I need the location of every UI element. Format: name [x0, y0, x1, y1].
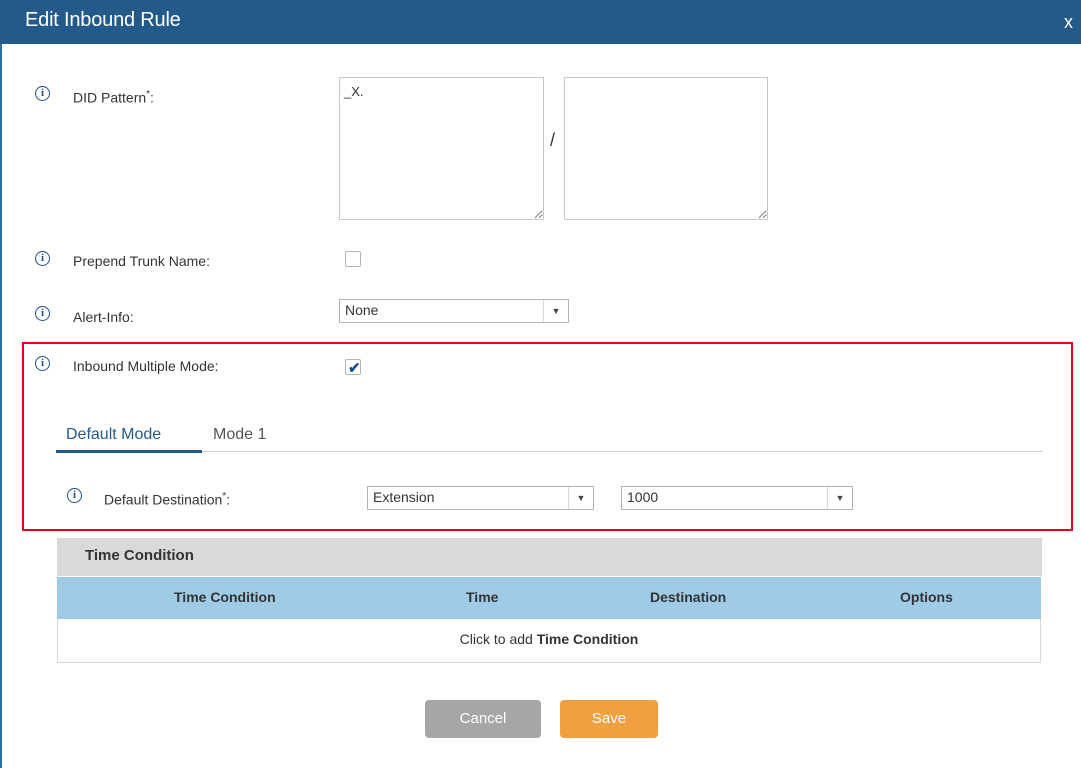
chevron-down-icon: ▼	[568, 487, 593, 509]
close-button[interactable]: x	[1064, 12, 1073, 33]
did-pattern-input-2[interactable]	[564, 77, 768, 220]
did-pattern-separator: /	[550, 130, 556, 150]
alert-info-select[interactable]: None ▼	[339, 299, 569, 323]
checkmark-icon: ✔	[348, 360, 361, 377]
prepend-trunk-name-label: Prepend Trunk Name:	[73, 253, 210, 269]
cancel-button[interactable]: Cancel	[425, 700, 541, 738]
tab-active-indicator	[56, 450, 202, 453]
tab-mode-1[interactable]: Mode 1	[213, 426, 266, 444]
add-time-condition-text[interactable]: Click to add Time Condition	[58, 631, 1040, 647]
save-button[interactable]: Save	[560, 700, 658, 738]
label-colon: :	[150, 89, 154, 106]
alert-info-value: None	[345, 302, 379, 318]
chevron-down-icon: ▼	[827, 487, 852, 509]
add-time-condition-prefix: Click to add	[459, 631, 537, 647]
time-condition-title: Time Condition	[85, 547, 194, 564]
default-destination-label: Default Destination*:	[104, 491, 230, 508]
column-destination: Destination	[650, 589, 727, 605]
add-time-condition-link[interactable]: Time Condition	[537, 631, 639, 647]
default-destination-label-text: Default Destination	[104, 491, 223, 508]
dialog-left-border	[0, 44, 2, 768]
did-pattern-label-text: DID Pattern	[73, 89, 147, 106]
dialog-title-bar: Edit Inbound Rule x	[0, 0, 1081, 44]
add-time-condition-row[interactable]: Click to add Time Condition	[57, 619, 1041, 663]
alert-info-label: Alert-Info:	[73, 309, 134, 325]
info-icon[interactable]: i	[67, 488, 82, 503]
column-time-condition: Time Condition	[174, 589, 276, 605]
time-condition-column-header: Time Condition Time Destination Options	[57, 577, 1041, 619]
column-options: Options	[900, 589, 953, 605]
time-condition-header: Time Condition	[57, 538, 1042, 576]
destination-type-value: Extension	[373, 489, 435, 505]
destination-type-select[interactable]: Extension ▼	[367, 486, 594, 510]
did-pattern-label: DID Pattern*:	[73, 89, 154, 106]
info-icon[interactable]: i	[35, 306, 50, 321]
chevron-down-icon: ▼	[543, 300, 568, 322]
column-time: Time	[466, 589, 499, 605]
inbound-multiple-mode-checkbox[interactable]: ✔	[345, 359, 361, 377]
info-icon[interactable]: i	[35, 251, 50, 266]
destination-target-value: 1000	[627, 489, 659, 505]
tab-default-mode[interactable]: Default Mode	[66, 426, 161, 444]
did-pattern-input[interactable]	[339, 77, 544, 220]
prepend-trunk-name-checkbox[interactable]	[345, 251, 361, 267]
label-colon: :	[226, 491, 231, 508]
info-icon[interactable]: i	[35, 86, 50, 101]
destination-target-select[interactable]: 1000 ▼	[621, 486, 853, 510]
dialog-title: Edit Inbound Rule	[25, 9, 181, 31]
info-icon[interactable]: i	[35, 356, 50, 371]
inbound-multiple-mode-label: Inbound Multiple Mode:	[73, 358, 219, 374]
tab-divider	[56, 451, 1043, 452]
